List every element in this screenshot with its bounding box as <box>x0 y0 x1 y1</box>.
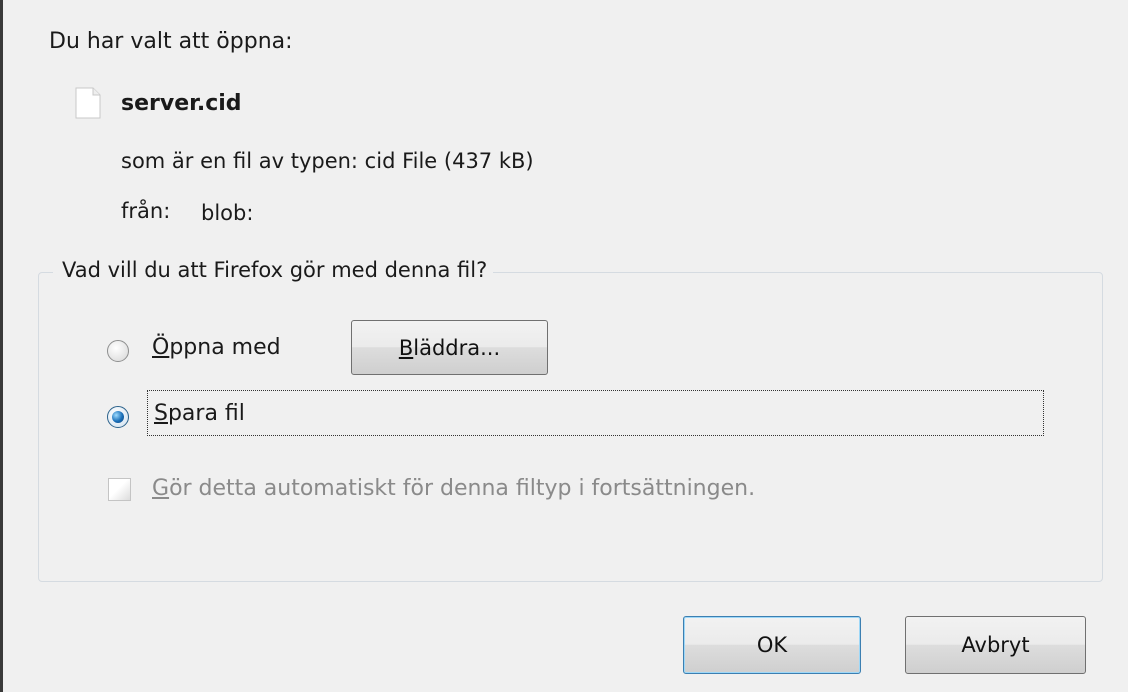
auto-action-label: Gör detta automatiskt för denna filtyp i… <box>152 476 755 501</box>
auto-action-mnemonic: G <box>152 476 170 501</box>
auto-action-label-text: ör detta automatiskt för denna filtyp i … <box>169 476 756 501</box>
save-file-mnemonic: S <box>154 401 168 426</box>
open-with-radio[interactable] <box>107 340 129 362</box>
file-icon <box>75 87 101 119</box>
save-file-label-text: para fil <box>167 401 245 426</box>
window-left-edge <box>0 0 3 692</box>
browse-button[interactable]: Bläddra... <box>351 320 548 375</box>
file-name: server.cid <box>121 91 242 116</box>
open-with-mnemonic: Ö <box>152 335 170 360</box>
save-file-radio[interactable] <box>107 406 129 428</box>
browse-mnemonic: B <box>398 335 414 360</box>
save-file-label[interactable]: Spara fil <box>154 401 245 426</box>
action-group-legend: Vad vill du att Firefox gör med denna fi… <box>53 258 494 282</box>
open-with-label[interactable]: Öppna med <box>152 335 281 360</box>
cancel-button[interactable]: Avbryt <box>905 616 1086 674</box>
intro-text: Du har valt att öppna: <box>49 29 293 54</box>
file-source-label: från: <box>121 199 171 223</box>
browse-label-text: läddra... <box>413 335 501 360</box>
open-with-label-text: ppna med <box>169 335 281 360</box>
ok-button[interactable]: OK <box>683 616 861 674</box>
focus-indicator <box>147 390 1044 436</box>
file-type-text: som är en fil av typen: cid File (437 kB… <box>121 149 534 173</box>
auto-action-checkbox[interactable] <box>108 478 131 501</box>
radio-selected-dot <box>112 411 124 423</box>
file-source-value: blob: <box>201 201 254 225</box>
